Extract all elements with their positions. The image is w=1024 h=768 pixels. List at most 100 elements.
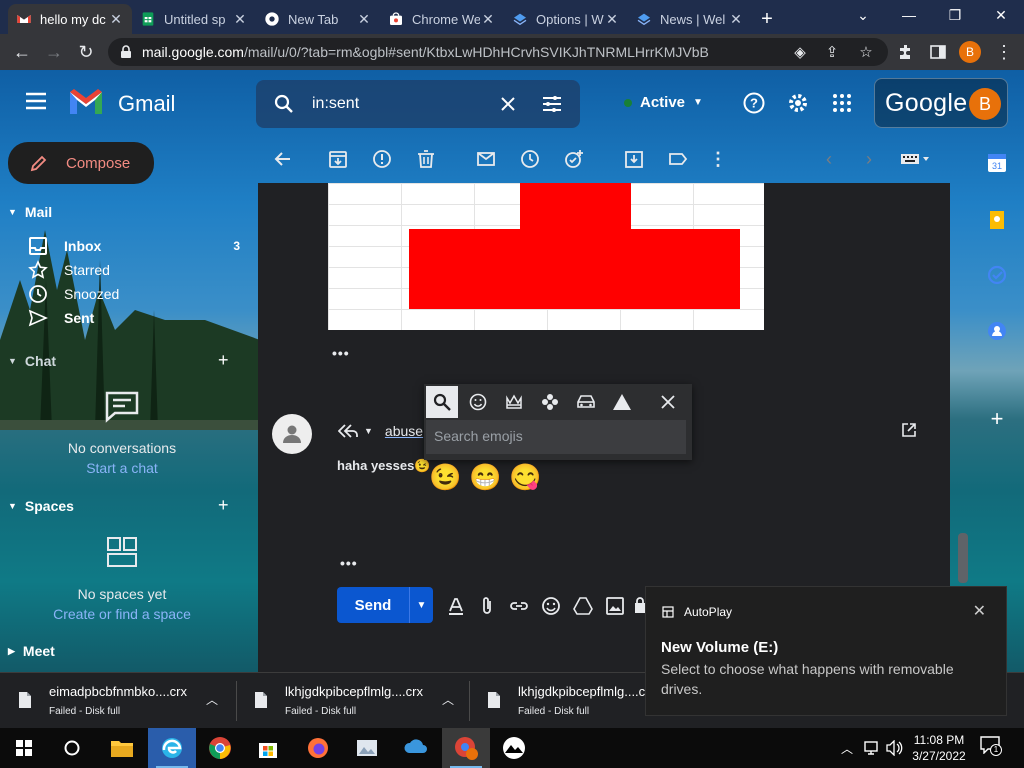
mail-section-toggle[interactable]: ▼ Mail xyxy=(8,204,52,220)
address-bar[interactable]: mail.google.com /mail/u/0/?tab=rm&ogbl#s… xyxy=(108,38,888,66)
smiley-category-icon[interactable] xyxy=(462,386,494,418)
add-task-icon[interactable] xyxy=(563,148,585,170)
minimize-button[interactable]: — xyxy=(886,0,932,30)
chrome-profile-taskbar-button[interactable] xyxy=(442,728,490,768)
new-chat-icon[interactable]: + xyxy=(218,350,229,371)
google-drive-icon[interactable] xyxy=(572,595,594,617)
get-addons-icon[interactable]: + xyxy=(986,408,1008,430)
crown-category-icon[interactable] xyxy=(498,386,530,418)
label-icon[interactable] xyxy=(667,148,689,170)
calendar-icon[interactable]: 31 xyxy=(986,152,1008,174)
chevron-up-icon[interactable]: ︿ xyxy=(442,691,454,708)
send-button[interactable]: Send ▼ xyxy=(337,587,433,623)
meet-section-toggle[interactable]: ▶ Meet xyxy=(8,643,55,659)
car-category-icon[interactable] xyxy=(570,386,602,418)
emoji-result-grin[interactable]: 😁 xyxy=(469,462,501,492)
input-tools-icon[interactable] xyxy=(898,148,934,170)
tasks-icon[interactable] xyxy=(986,264,1008,286)
tab-news[interactable]: News | Wel ✕ xyxy=(628,4,752,34)
chat-section-toggle[interactable]: ▼ Chat xyxy=(8,353,56,369)
chrome-menu-icon[interactable]: ⋮ xyxy=(990,38,1018,66)
emoji-search-input[interactable]: Search emojis xyxy=(426,420,686,454)
insert-link-icon[interactable] xyxy=(508,595,530,617)
insert-photo-icon[interactable] xyxy=(604,595,626,617)
report-spam-icon[interactable] xyxy=(371,148,393,170)
search-options-icon[interactable] xyxy=(542,95,562,113)
chevron-up-icon[interactable]: ︿ xyxy=(206,691,218,708)
profile-avatar[interactable]: B xyxy=(956,38,984,66)
reload-button[interactable]: ↻ xyxy=(70,36,102,68)
action-center-button[interactable]: 1 xyxy=(980,736,1008,760)
flower-category-icon[interactable] xyxy=(534,386,566,418)
start-chat-link[interactable]: Start a chat xyxy=(0,460,244,476)
help-icon[interactable]: ? xyxy=(743,92,765,114)
draft-body-text[interactable]: haha yesses😉 xyxy=(337,458,431,474)
extensions-icon[interactable] xyxy=(892,38,920,66)
sidebar-item-starred[interactable]: Starred xyxy=(28,258,240,282)
search-button[interactable] xyxy=(48,728,96,768)
formatting-options-icon[interactable] xyxy=(445,595,467,617)
reply-all-icon[interactable] xyxy=(338,424,358,438)
bookmark-star-icon[interactable]: ☆ xyxy=(852,38,880,66)
chrome-taskbar-button[interactable] xyxy=(196,728,244,768)
attach-file-icon[interactable] xyxy=(476,595,498,617)
sidebar-item-snoozed[interactable]: Snoozed xyxy=(28,282,240,306)
new-space-icon[interactable]: + xyxy=(218,495,229,516)
older-icon[interactable]: › xyxy=(858,148,880,170)
photos-taskbar-button[interactable] xyxy=(344,728,392,768)
close-icon[interactable]: ✕ xyxy=(604,11,620,27)
account-avatar[interactable]: B xyxy=(969,88,1001,120)
emoji-result-yum[interactable]: 😋 xyxy=(509,462,541,492)
back-button[interactable]: ← xyxy=(6,36,38,68)
close-icon[interactable]: ✕ xyxy=(480,11,496,27)
gmail-logo-icon[interactable] xyxy=(68,88,104,116)
close-icon[interactable]: ✕ xyxy=(232,11,248,27)
emoji-result-wink[interactable]: 😉 xyxy=(429,462,461,492)
clear-search-icon[interactable] xyxy=(500,96,516,112)
recipient-chip[interactable]: abuse xyxy=(385,423,423,439)
close-window-button[interactable]: ✕ xyxy=(978,0,1024,30)
steam-taskbar-button[interactable] xyxy=(490,728,538,768)
mark-unread-icon[interactable] xyxy=(475,148,497,170)
close-notification-icon[interactable]: ✕ xyxy=(973,601,986,621)
restore-button[interactable]: ❐ xyxy=(932,0,978,30)
archive-icon[interactable] xyxy=(327,148,349,170)
emoji-search-tab[interactable] xyxy=(426,386,458,418)
new-tab-button[interactable]: + xyxy=(752,4,782,34)
search-input[interactable]: in:sent xyxy=(312,95,359,113)
gmail-wordmark[interactable]: Gmail xyxy=(118,91,175,117)
network-icon[interactable] xyxy=(864,740,880,756)
contacts-icon[interactable] xyxy=(986,320,1008,342)
forward-button[interactable]: → xyxy=(38,36,70,68)
firefox-taskbar-button[interactable] xyxy=(294,728,342,768)
status-selector[interactable]: Active ▼ xyxy=(624,94,703,111)
sidebar-item-inbox[interactable]: Inbox 3 xyxy=(28,234,240,258)
show-quoted-text-icon[interactable]: ••• xyxy=(340,555,358,571)
autoplay-notification[interactable]: AutoPlay ✕ New Volume (E:) Select to cho… xyxy=(645,586,1007,716)
tab-search-icon[interactable]: ⌄ xyxy=(840,0,886,30)
more-options-icon[interactable]: ⋮ xyxy=(707,148,729,170)
pop-out-icon[interactable] xyxy=(902,423,916,437)
tab-new-tab[interactable]: New Tab ✕ xyxy=(256,4,380,34)
spaces-section-toggle[interactable]: ▼ Spaces xyxy=(8,498,74,514)
settings-gear-icon[interactable] xyxy=(786,91,810,115)
schedule-send-dropdown-icon[interactable]: ▼ xyxy=(409,587,433,623)
tab-sheets[interactable]: Untitled sp ✕ xyxy=(132,4,256,34)
share-icon[interactable]: ⇪ xyxy=(818,38,846,66)
move-to-icon[interactable] xyxy=(623,148,645,170)
tab-gmail[interactable]: hello my dc ✕ xyxy=(8,4,132,34)
google-account-box[interactable]: Google B xyxy=(874,78,1008,128)
onedrive-taskbar-button[interactable] xyxy=(392,728,440,768)
download-item[interactable]: lkhjgdkpibcepflmlg....crx Failed - Disk … xyxy=(236,673,469,729)
main-menu-icon[interactable] xyxy=(24,92,48,110)
close-emoji-picker-icon[interactable] xyxy=(652,386,684,418)
delete-icon[interactable] xyxy=(415,148,437,170)
sidebar-item-sent[interactable]: Sent xyxy=(28,306,240,330)
show-hidden-icons-button[interactable]: ︿ xyxy=(836,728,858,768)
search-icon[interactable] xyxy=(274,94,294,114)
close-icon[interactable]: ✕ xyxy=(108,11,124,27)
tab-chrome-webstore[interactable]: Chrome We ✕ xyxy=(380,4,504,34)
close-icon[interactable]: ✕ xyxy=(356,11,372,27)
snooze-icon[interactable] xyxy=(519,148,541,170)
tab-options[interactable]: Options | W ✕ xyxy=(504,4,628,34)
